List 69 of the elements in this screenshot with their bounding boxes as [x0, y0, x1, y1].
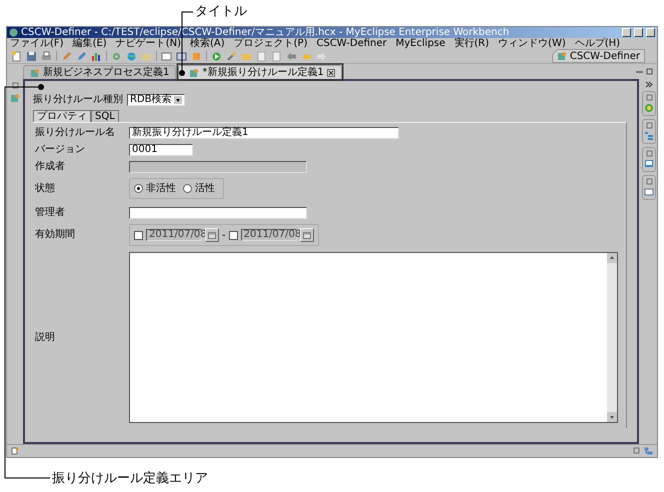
pencil-icon[interactable] [76, 50, 87, 62]
menu-item[interactable]: 編集(E) [72, 38, 107, 49]
calendar-button[interactable] [300, 228, 314, 242]
puzzle-icon [30, 68, 40, 78]
sub-tab[interactable]: SQL [91, 110, 119, 122]
menu-item[interactable]: ナビゲート(N) [116, 38, 181, 49]
radio-label: 非活性 [146, 182, 176, 196]
minimize-button[interactable] [622, 28, 631, 37]
field-label: 振り分けルール種別 [33, 94, 124, 106]
restore-icon[interactable] [12, 82, 18, 89]
back-arrow-icon[interactable] [286, 50, 297, 62]
scroll-up-icon[interactable] [607, 253, 617, 263]
text-field[interactable]: 新規振り分けルール定義1 [129, 127, 399, 139]
save-icon[interactable] [26, 50, 37, 62]
editor-tab[interactable]: *新規振り分けルール定義1 [178, 65, 342, 79]
dropdown-icon [174, 96, 182, 104]
radio-label: 活性 [195, 182, 215, 196]
status-icon [11, 447, 19, 455]
callout-label: タイトル [195, 4, 247, 19]
field-label: 有効期間 [35, 229, 76, 241]
field-label: 管理者 [35, 207, 66, 219]
field-label: 状態 [35, 182, 56, 194]
text-field[interactable]: 0001 [129, 144, 193, 156]
separator-text: - [222, 228, 226, 242]
menu-item[interactable]: ファイル(F) [10, 38, 64, 49]
chevron-icon[interactable] [645, 81, 653, 88]
menu-item[interactable]: MyEclipse [396, 38, 446, 49]
type-dropdown[interactable]: RDB検索 [127, 94, 185, 106]
scroll-down-icon[interactable] [607, 412, 617, 422]
calendar-icon [302, 232, 311, 238]
text-field[interactable] [129, 207, 307, 219]
close-icon[interactable] [326, 68, 335, 76]
close-button[interactable] [646, 28, 655, 37]
field-label: バージョン [35, 144, 86, 156]
menu-item[interactable]: 検索(A) [190, 38, 225, 49]
menu-item[interactable]: 実行(R) [454, 38, 490, 49]
field-label: 作成者 [35, 161, 66, 173]
minimize-icon[interactable] [636, 68, 643, 75]
field-label: 説明 [35, 332, 56, 344]
radio-button[interactable] [134, 184, 143, 193]
radio-button[interactable] [183, 184, 192, 193]
print-icon[interactable] [41, 50, 52, 62]
menu-item[interactable]: プロジェクト(P) [234, 38, 308, 49]
run-icon[interactable] [211, 50, 222, 62]
calendar-icon [208, 232, 216, 238]
maximize-icon[interactable] [646, 68, 653, 75]
document-icon[interactable] [271, 50, 282, 62]
palette-icon[interactable] [644, 103, 654, 113]
globe-icon[interactable] [126, 50, 137, 62]
perspective-button[interactable]: CSCW-Definer [552, 49, 645, 63]
tree-icon[interactable] [644, 447, 653, 455]
puzzle-icon [189, 68, 200, 78]
chart-icon[interactable] [91, 50, 102, 62]
monitor-icon[interactable] [644, 159, 654, 169]
app-icon [9, 28, 18, 37]
sub-tab[interactable]: プロパティ [33, 110, 91, 122]
editor-tab[interactable]: 新規ビジネスプロセス定義1 [23, 65, 176, 79]
outline-icon[interactable] [644, 131, 654, 141]
new-file-icon[interactable] [11, 50, 22, 62]
menu-item[interactable]: ウィンドウ(W) [498, 38, 566, 49]
callout-label: 振り分けルール定義エリア [52, 471, 208, 486]
menu-item[interactable]: CSCW-Definer [316, 38, 387, 49]
field-label: 振り分けルール名 [35, 127, 116, 139]
puzzle-icon [556, 51, 567, 61]
document-icon[interactable] [256, 50, 267, 62]
window-icon[interactable] [176, 50, 187, 62]
maximize-button[interactable] [634, 28, 643, 37]
menu-item[interactable]: ヘルプ(H) [574, 38, 620, 49]
calendar-button[interactable] [205, 228, 219, 242]
